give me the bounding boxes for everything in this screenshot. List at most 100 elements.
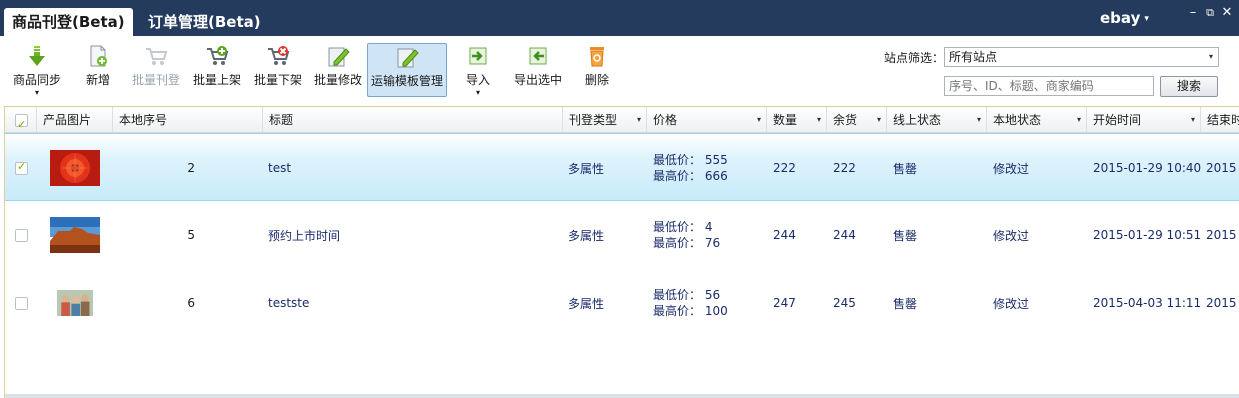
row-checkbox-cell[interactable] bbox=[15, 134, 37, 202]
shipping-template-button[interactable]: 运输模板管理 bbox=[367, 43, 447, 97]
horizontal-scrollbar[interactable] bbox=[5, 394, 1239, 398]
template-pencil-icon bbox=[397, 48, 419, 68]
row-checkbox[interactable] bbox=[15, 160, 28, 175]
family-photo bbox=[56, 290, 94, 316]
stock-cell: 222 bbox=[833, 161, 856, 175]
header-listing-type-label: 刊登类型 bbox=[569, 113, 618, 127]
sort-icon: ▾ bbox=[756, 115, 761, 124]
header-price-label: 价格 bbox=[653, 113, 678, 127]
header-image[interactable]: 产品图片 bbox=[37, 107, 113, 133]
header-price[interactable]: 价格 ▾ bbox=[647, 107, 767, 133]
local-status-cell: 修改过 bbox=[993, 296, 1030, 311]
batch-edit-button[interactable]: 批量修改 bbox=[312, 44, 364, 104]
price-min: 最低价： 4 bbox=[653, 220, 713, 234]
price-cell: 最低价： 555 最高价： 666 bbox=[653, 134, 765, 202]
table-row[interactable]: 2 test 多属性 最低价： 555 最高价： 666 222 222 售罄 修… bbox=[5, 133, 1239, 201]
batch-list-label: 批量上架 bbox=[192, 73, 241, 87]
search-button[interactable]: 搜索 bbox=[1160, 76, 1218, 97]
select-all-checkbox[interactable] bbox=[15, 112, 28, 138]
end-time-cell: 2015 bbox=[1206, 228, 1237, 242]
site-filter-select[interactable]: 所有站点 ▾ bbox=[944, 47, 1219, 67]
header-end-time[interactable]: 结束时 bbox=[1201, 107, 1239, 133]
sort-icon: ▾ bbox=[1076, 115, 1081, 124]
search-input[interactable] bbox=[944, 76, 1154, 96]
listing-type-cell: 多属性 bbox=[568, 228, 605, 243]
header-local-status-label: 本地状态 bbox=[993, 113, 1042, 127]
price-min: 最低价： 555 bbox=[653, 153, 728, 167]
header-stock[interactable]: 余货 ▾ bbox=[827, 107, 887, 133]
header-local-status[interactable]: 本地状态 ▾ bbox=[987, 107, 1087, 133]
title-cell[interactable]: test bbox=[268, 134, 558, 202]
row-checkbox[interactable] bbox=[15, 228, 28, 242]
chevron-down-icon: ▾ bbox=[1208, 52, 1213, 61]
local-status-cell: 修改过 bbox=[993, 228, 1030, 243]
listing-type-cell: 多属性 bbox=[568, 296, 605, 311]
header-select-all[interactable] bbox=[5, 107, 37, 138]
price-cell: 最低价： 56 最高价： 100 bbox=[653, 269, 765, 337]
sort-icon: ▾ bbox=[816, 115, 821, 124]
price-cell: 最低价： 4 最高价： 76 bbox=[653, 201, 765, 269]
shipping-template-label: 运输模板管理 bbox=[370, 74, 443, 88]
cart-remove-icon bbox=[268, 46, 290, 65]
minimize-icon[interactable]: – bbox=[1185, 5, 1201, 21]
header-online-status[interactable]: 线上状态 ▾ bbox=[887, 107, 987, 133]
tab-order-management[interactable]: 订单管理(Beta) bbox=[140, 8, 269, 36]
header-title[interactable]: 标题 bbox=[263, 107, 563, 133]
online-status-cell: 售罄 bbox=[893, 228, 918, 243]
header-listing-type[interactable]: 刊登类型 ▾ bbox=[563, 107, 647, 133]
export-selected-button[interactable]: 导出选中 bbox=[512, 44, 564, 104]
price-max: 最高价： 76 bbox=[653, 236, 721, 250]
import-button[interactable]: 导入 ▾ bbox=[460, 44, 496, 104]
quantity-cell: 222 bbox=[773, 161, 796, 175]
sort-icon: ▾ bbox=[1190, 115, 1195, 124]
start-time-cell: 2015-04-03 11:11 bbox=[1093, 296, 1202, 310]
export-selected-label: 导出选中 bbox=[513, 73, 562, 87]
close-icon[interactable]: ✕ bbox=[1219, 5, 1235, 21]
start-time-cell: 2015-01-29 10:40 bbox=[1093, 161, 1202, 175]
toolbar: 商品同步 ▾ 新增 批量刊登 批量上架 批量下架 批量修改 运输模板管理 导入 … bbox=[0, 36, 1239, 106]
batch-list-button[interactable]: 批量上架 bbox=[191, 44, 243, 104]
chevron-down-icon: ▾ bbox=[475, 88, 480, 97]
new-document-icon bbox=[90, 45, 107, 67]
add-label: 新增 bbox=[85, 73, 110, 87]
edit-pencil-icon bbox=[328, 47, 350, 67]
row-checkbox[interactable] bbox=[15, 296, 28, 310]
header-quantity[interactable]: 数量 ▾ bbox=[767, 107, 827, 133]
table-row[interactable]: 6 testste 多属性 最低价： 56 最高价： 100 247 245 售罄… bbox=[5, 269, 1239, 337]
sync-products-button[interactable]: 商品同步 ▾ bbox=[8, 44, 66, 104]
image-cell bbox=[50, 134, 106, 202]
import-icon bbox=[469, 47, 487, 65]
header-seq[interactable]: 本地序号 bbox=[113, 107, 263, 133]
header-quantity-label: 数量 bbox=[773, 113, 798, 127]
ebay-account-menu[interactable]: ebay ▾ bbox=[1100, 8, 1149, 31]
batch-publish-button[interactable]: 批量刊登 bbox=[130, 44, 182, 104]
price-min: 最低价： 56 bbox=[653, 288, 721, 302]
row-checkbox-cell[interactable] bbox=[15, 201, 37, 269]
import-label: 导入 bbox=[465, 73, 490, 87]
title-cell[interactable]: testste bbox=[268, 269, 558, 337]
delete-label: 删除 bbox=[584, 73, 609, 87]
table-row[interactable]: 5 预约上市时间 多属性 最低价： 4 最高价： 76 244 244 售罄 修改… bbox=[5, 201, 1239, 269]
image-cell bbox=[50, 269, 106, 337]
site-filter-label: 站点筛选： bbox=[884, 51, 945, 65]
header-start-time[interactable]: 开始时间 ▾ bbox=[1087, 107, 1201, 133]
sort-icon: ▾ bbox=[976, 115, 981, 124]
header-online-status-label: 线上状态 bbox=[893, 113, 942, 127]
cart-add-icon bbox=[207, 46, 229, 65]
sort-icon: ▾ bbox=[876, 115, 881, 124]
red-flower-photo bbox=[50, 150, 100, 186]
batch-delist-button[interactable]: 批量下架 bbox=[252, 44, 304, 104]
sort-icon: ▾ bbox=[636, 115, 641, 124]
price-max: 最高价： 100 bbox=[653, 304, 728, 318]
start-time-cell: 2015-01-29 10:51 bbox=[1093, 228, 1202, 242]
seq-cell: 2 bbox=[187, 161, 195, 175]
add-button[interactable]: 新增 bbox=[80, 44, 116, 104]
header-start-time-label: 开始时间 bbox=[1093, 113, 1142, 127]
title-cell[interactable]: 预约上市时间 bbox=[268, 201, 558, 269]
recycle-bin-icon bbox=[590, 47, 604, 67]
title-bar: 商品刊登(Beta) 订单管理(Beta) ebay ▾ – ⧉ ✕ bbox=[0, 0, 1239, 36]
delete-button[interactable]: 删除 bbox=[582, 44, 612, 104]
row-checkbox-cell[interactable] bbox=[15, 269, 37, 337]
restore-icon[interactable]: ⧉ bbox=[1202, 5, 1218, 21]
tab-product-listing[interactable]: 商品刊登(Beta) bbox=[4, 8, 133, 36]
